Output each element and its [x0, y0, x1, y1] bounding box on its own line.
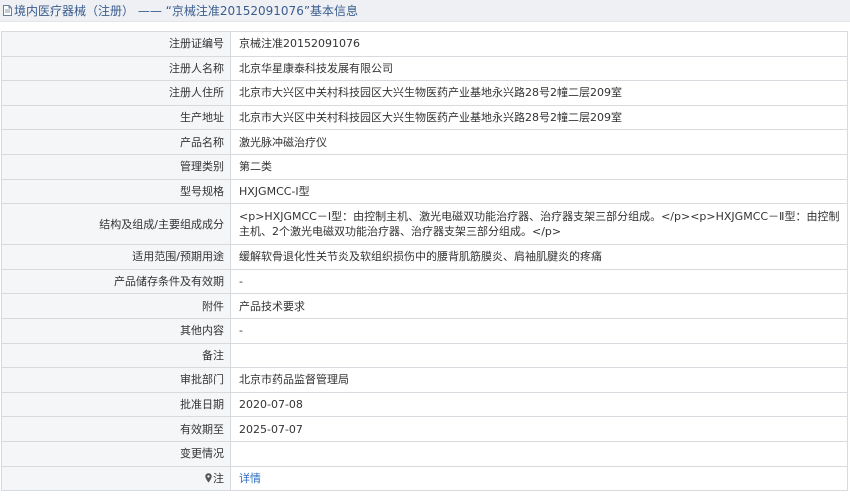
- table-row: 有效期至 2025-07-07: [1, 416, 848, 442]
- table-row: 适用范围/预期用途 缓解软骨退化性关节炎及软组织损伤中的腰背肌筋膜炎、肩袖肌腱炎…: [1, 244, 848, 270]
- row-value-valid-until: 2025-07-07: [230, 416, 848, 442]
- row-value-structure: <p>HXJGMCC－Ⅰ型：由控制主机、激光电磁双功能治疗器、治疗器支架三部分组…: [230, 203, 848, 246]
- row-value-reg-no: 京械注准20152091076: [230, 31, 848, 57]
- page-title: 境内医疗器械（注册） —— “京械注准20152091076”基本信息: [14, 4, 359, 18]
- table-row: 附件 产品技术要求: [1, 293, 848, 319]
- row-value-remarks: [230, 342, 848, 369]
- row-value-attachment: 产品技术要求: [230, 293, 848, 319]
- row-label: 附件: [1, 293, 231, 319]
- row-label: 批准日期: [1, 391, 231, 418]
- row-value-scope: 缓解软骨退化性关节炎及软组织损伤中的腰背肌筋膜炎、肩袖肌腱炎的疼痛: [230, 244, 848, 270]
- row-label: 生产地址: [1, 104, 231, 131]
- row-label: 变更情况: [1, 440, 231, 467]
- row-label: 产品名称: [1, 129, 231, 155]
- row-value-management-category: 第二类: [230, 153, 848, 180]
- note-label-cell: 注: [1, 465, 231, 492]
- row-label: 型号规格: [1, 178, 231, 205]
- info-table: 注册证编号 京械注准20152091076 注册人名称 北京华星康泰科技发展有限…: [1, 31, 848, 492]
- table-row: 型号规格 HXJGMCC-Ⅰ型: [1, 178, 848, 205]
- table-row-note: 注 详情: [1, 465, 848, 492]
- row-label: 有效期至: [1, 416, 231, 442]
- row-value-model-spec: HXJGMCC-Ⅰ型: [230, 178, 848, 205]
- details-link[interactable]: 详情: [239, 472, 261, 485]
- table-row: 管理类别 第二类: [1, 153, 848, 180]
- row-label: 适用范围/预期用途: [1, 244, 231, 270]
- table-row: 注册证编号 京械注准20152091076: [1, 31, 848, 57]
- row-label: 备注: [1, 342, 231, 369]
- row-value-product-name: 激光脉冲磁治疗仪: [230, 129, 848, 155]
- table-row: 注册人住所 北京市大兴区中关村科技园区大兴生物医药产业基地永兴路28号2幢二层2…: [1, 80, 848, 106]
- table-row: 其他内容 -: [1, 317, 848, 344]
- row-label: 注册人住所: [1, 80, 231, 106]
- table-row: 备注: [1, 342, 848, 369]
- row-value-registrant-address: 北京市大兴区中关村科技园区大兴生物医药产业基地永兴路28号2幢二层209室: [230, 80, 848, 106]
- row-value-production-address: 北京市大兴区中关村科技园区大兴生物医药产业基地永兴路28号2幢二层209室: [230, 104, 848, 131]
- row-value-approval-date: 2020-07-08: [230, 391, 848, 418]
- note-value-cell: 详情: [230, 465, 848, 492]
- table-row: 产品储存条件及有效期 -: [1, 268, 848, 295]
- row-value-approval-dept: 北京市药品监督管理局: [230, 367, 848, 393]
- document-icon: [3, 5, 12, 16]
- row-label: 管理类别: [1, 153, 231, 180]
- map-pin-icon: [205, 473, 212, 483]
- table-row: 审批部门 北京市药品监督管理局: [1, 367, 848, 393]
- row-label: 其他内容: [1, 317, 231, 344]
- table-row: 批准日期 2020-07-08: [1, 391, 848, 418]
- row-value-registrant: 北京华星康泰科技发展有限公司: [230, 55, 848, 82]
- row-value-storage: -: [230, 268, 848, 295]
- row-label: 审批部门: [1, 367, 231, 393]
- row-label: 产品储存条件及有效期: [1, 268, 231, 295]
- row-label: 结构及组成/主要组成成分: [1, 203, 231, 246]
- table-row: 产品名称 激光脉冲磁治疗仪: [1, 129, 848, 155]
- row-value-other: -: [230, 317, 848, 344]
- page-header: 境内医疗器械（注册） —— “京械注准20152091076”基本信息: [0, 0, 850, 22]
- row-value-changes: [230, 440, 848, 467]
- table-row: 注册人名称 北京华星康泰科技发展有限公司: [1, 55, 848, 82]
- row-label: 注册人名称: [1, 55, 231, 82]
- table-row: 变更情况: [1, 440, 848, 467]
- row-label: 注册证编号: [1, 31, 231, 57]
- table-row: 生产地址 北京市大兴区中关村科技园区大兴生物医药产业基地永兴路28号2幢二层20…: [1, 104, 848, 131]
- note-label: 注: [213, 471, 224, 485]
- table-row: 结构及组成/主要组成成分 <p>HXJGMCC－Ⅰ型：由控制主机、激光电磁双功能…: [1, 203, 848, 246]
